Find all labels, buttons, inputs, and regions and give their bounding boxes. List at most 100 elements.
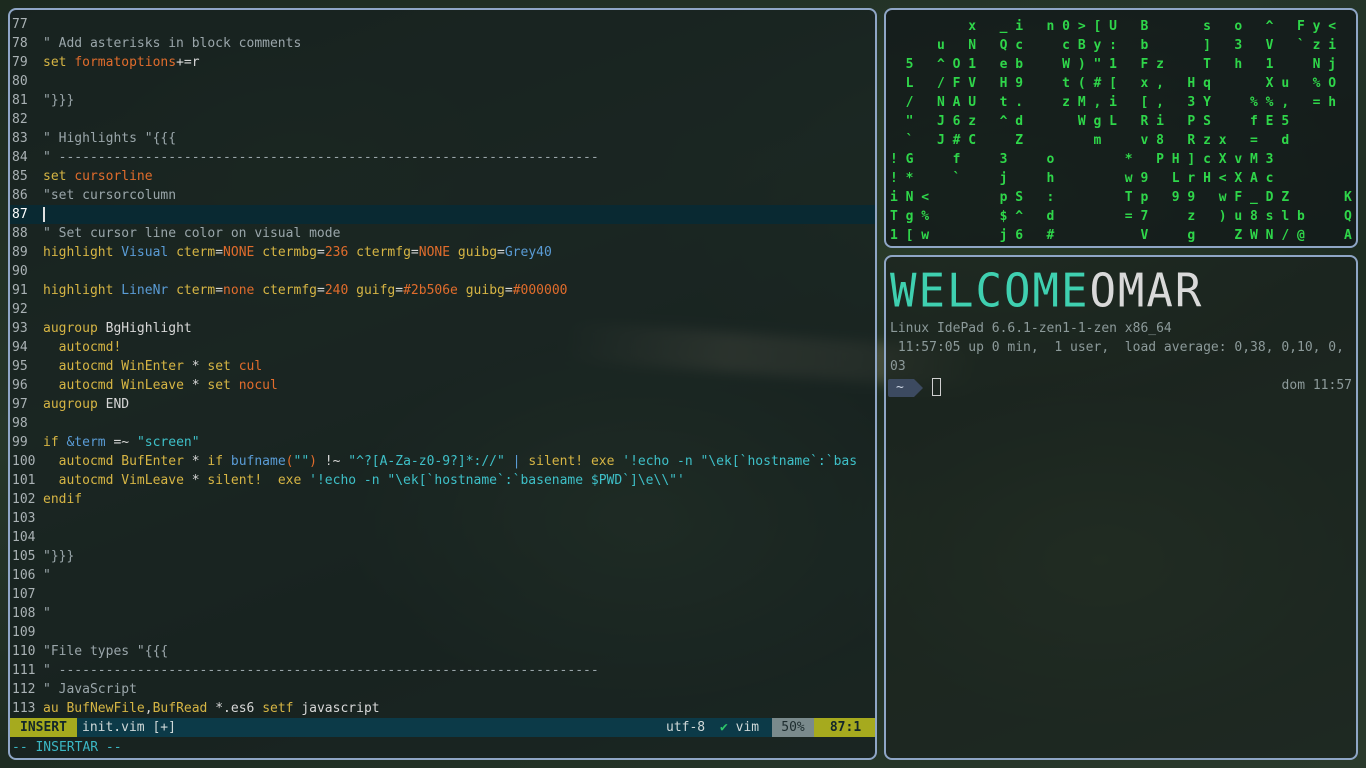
code-token: guibg bbox=[465, 283, 505, 298]
code-line[interactable]: 91 highlight LineNr cterm=none ctermfg=24… bbox=[10, 281, 875, 300]
cmatrix-window[interactable]: x _ i n 0 > [ U B s o ^ F y < u N Q c c … bbox=[884, 8, 1358, 248]
line-number: 82 bbox=[12, 112, 28, 127]
code-line[interactable]: 84 " ------------------------------------… bbox=[10, 148, 875, 167]
code-token: " --------------------------------------… bbox=[43, 663, 599, 678]
code-token: autocmd bbox=[43, 454, 122, 469]
line-number: 81 bbox=[12, 93, 28, 108]
code-token: '!echo -n "\ek[`hostname`:`bas bbox=[622, 454, 858, 469]
matrix-row: / N A U t . z M , i [ , 3 Y % % , = h bbox=[890, 95, 1337, 110]
line-number: 112 bbox=[12, 682, 36, 697]
code-token: if bbox=[207, 454, 231, 469]
code-line[interactable]: 93 augroup BgHighlight bbox=[10, 319, 875, 338]
code-token: &term bbox=[66, 435, 114, 450]
terminal-cursor bbox=[931, 377, 941, 396]
matrix-row: u N Q c c B y : b ] 3 V ` z i bbox=[890, 38, 1337, 53]
code-line[interactable]: 96 autocmd WinLeave * set nocul bbox=[10, 376, 875, 395]
code-line[interactable]: 95 autocmd WinEnter * set cul bbox=[10, 357, 875, 376]
code-token: * bbox=[191, 454, 208, 469]
code-line[interactable]: 83 " Highlights "{{{ bbox=[10, 129, 875, 148]
line-number: 99 bbox=[12, 435, 28, 450]
code-token: BufEnter bbox=[121, 454, 192, 469]
code-line[interactable]: 87 bbox=[10, 205, 875, 224]
code-line[interactable]: 107 bbox=[10, 585, 875, 604]
terminal-window[interactable]: WELCOME OMAR Linux IdePad 6.6.1-zen1-1-z… bbox=[884, 255, 1358, 760]
code-token: autocmd bbox=[43, 359, 122, 374]
code-line[interactable]: 97 augroup END bbox=[10, 395, 875, 414]
uptime-line: 11:57:05 up 0 min, 1 user, load average:… bbox=[890, 340, 1344, 355]
banner-name: OMAR bbox=[1089, 264, 1204, 319]
file-type: ✔ vim bbox=[720, 718, 759, 737]
code-token: LineNr bbox=[121, 283, 177, 298]
code-token: autocmd bbox=[43, 378, 122, 393]
code-line[interactable]: 105 "}}} bbox=[10, 547, 875, 566]
line-number: 102 bbox=[12, 492, 36, 507]
line-number: 111 bbox=[12, 663, 36, 678]
line-number: 110 bbox=[12, 644, 36, 659]
code-line[interactable]: 111 " -----------------------------------… bbox=[10, 661, 875, 680]
code-token: cterm bbox=[176, 245, 216, 260]
code-line[interactable]: 113 au BufNewFile,BufRead *.es6 setf java… bbox=[10, 699, 875, 718]
prompt-directory: ~ bbox=[888, 379, 923, 397]
code-line[interactable]: 98 bbox=[10, 414, 875, 433]
code-token: " Highlights "{{{ bbox=[43, 131, 177, 146]
line-number: 103 bbox=[12, 511, 36, 526]
code-line[interactable]: 100 autocmd BufEnter * if bufname("") !~… bbox=[10, 452, 875, 471]
code-line[interactable]: 78 " Add asterisks in block comments bbox=[10, 34, 875, 53]
code-token: ctermbg bbox=[262, 245, 317, 260]
code-line[interactable]: 86 "set cursorcolumn bbox=[10, 186, 875, 205]
filetype-label: vim bbox=[735, 720, 760, 735]
line-number: 92 bbox=[12, 302, 28, 317]
code-token: = bbox=[504, 283, 513, 298]
cursor-position: 87:1 bbox=[814, 718, 875, 737]
code-token: cursorline bbox=[74, 169, 153, 184]
code-line[interactable]: 79 set formatoptions+=r bbox=[10, 53, 875, 72]
code-token: Grey40 bbox=[504, 245, 552, 260]
code-line[interactable]: 92 bbox=[10, 300, 875, 319]
code-line[interactable]: 94 autocmd! bbox=[10, 338, 875, 357]
code-line[interactable]: 80 bbox=[10, 72, 875, 91]
code-line[interactable]: 112 " JavaScript bbox=[10, 680, 875, 699]
code-line[interactable]: 81 "}}} bbox=[10, 91, 875, 110]
code-line[interactable]: 77 bbox=[10, 15, 875, 34]
line-number: 90 bbox=[12, 264, 28, 279]
code-line[interactable]: 106 " bbox=[10, 566, 875, 585]
code-token: 236 bbox=[324, 245, 357, 260]
code-line[interactable]: 90 bbox=[10, 262, 875, 281]
code-line[interactable]: 108 " bbox=[10, 604, 875, 623]
code-line[interactable]: 85 set cursorline bbox=[10, 167, 875, 186]
line-number: 83 bbox=[12, 131, 28, 146]
code-token: guifg bbox=[356, 283, 396, 298]
code-token: *.es6 bbox=[215, 701, 263, 716]
code-token: = bbox=[497, 245, 505, 260]
code-token: , bbox=[144, 701, 153, 716]
code-token: = bbox=[215, 245, 224, 260]
code-token: autocmd! bbox=[43, 340, 122, 355]
vim-editor-window[interactable]: 77 78 " Add asterisks in block comments 79 s… bbox=[8, 8, 877, 760]
code-token: NONE bbox=[223, 245, 263, 260]
code-line[interactable]: 89 highlight Visual cterm=NONE ctermbg=23… bbox=[10, 243, 875, 262]
code-line[interactable]: 109 bbox=[10, 623, 875, 642]
code-line[interactable]: 88 " Set cursor line color on visual mode bbox=[10, 224, 875, 243]
code-token: NONE bbox=[418, 245, 458, 260]
code-token: setf bbox=[262, 701, 302, 716]
code-line[interactable]: 104 bbox=[10, 528, 875, 547]
code-token: ctermfg bbox=[356, 245, 411, 260]
code-token: +=r bbox=[176, 55, 200, 70]
code-line[interactable]: 103 bbox=[10, 509, 875, 528]
code-token: guibg bbox=[457, 245, 498, 260]
shell-prompt[interactable]: ~ bbox=[888, 376, 941, 397]
code-line[interactable]: 101 autocmd VimLeave * silent! exe '!ech… bbox=[10, 471, 875, 490]
code-token: if bbox=[43, 435, 67, 450]
line-number: 93 bbox=[12, 321, 28, 336]
code-line[interactable]: 110 "File types "{{{ bbox=[10, 642, 875, 661]
line-number: 88 bbox=[12, 226, 28, 241]
code-token: set bbox=[207, 378, 239, 393]
code-line[interactable]: 102 endif bbox=[10, 490, 875, 509]
code-line[interactable]: 82 bbox=[10, 110, 875, 129]
code-token: " bbox=[43, 606, 51, 621]
code-line[interactable]: 99 if &term =~ "screen" bbox=[10, 433, 875, 452]
vim-cmdline[interactable]: -- INSERTAR -- bbox=[12, 738, 122, 757]
code-token: VimLeave bbox=[121, 473, 192, 488]
matrix-row: ` J # C Z m v 8 R z x = d bbox=[890, 133, 1290, 148]
